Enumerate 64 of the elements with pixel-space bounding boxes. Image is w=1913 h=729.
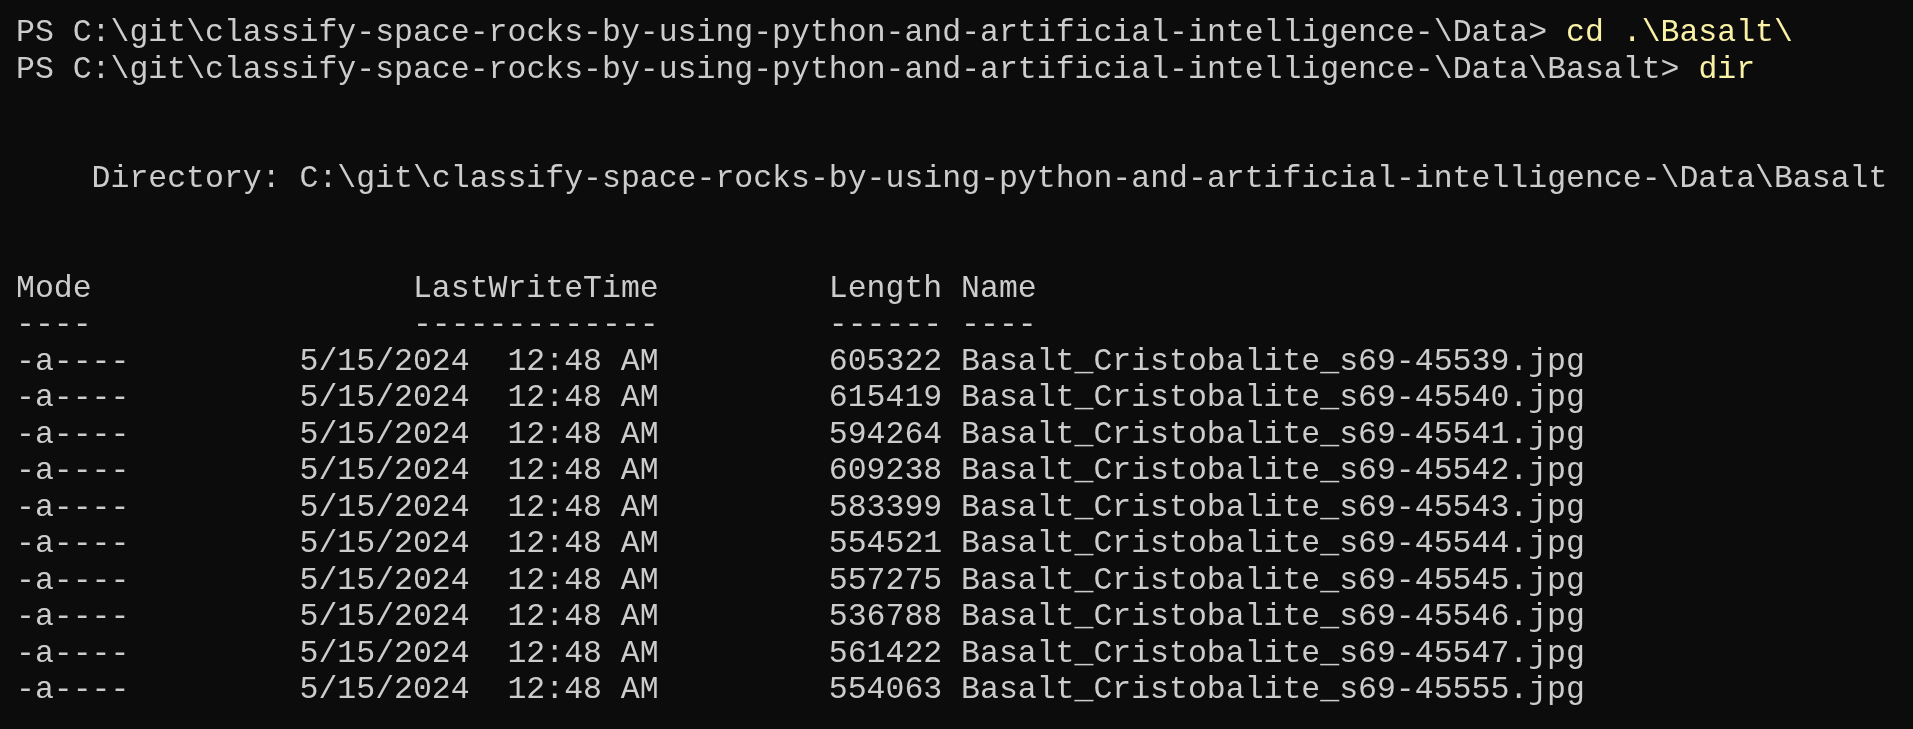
mode-text: -a---- [16,343,130,379]
directory-path: C:\git\classify-space-rocks-by-using-python-and-artificial-intelligence-\Data\Basalt [299,161,1888,198]
date-text: 5/15/2024 [299,599,470,634]
file-name: Basalt_Cristobalite_s69-45544.jpg [961,526,1585,561]
column-header: Name [961,270,1037,306]
file-name: Basalt_Cristobalite_s69-45541.jpg [961,416,1585,452]
mode-text: -a---- [16,672,130,707]
date-text: 5/15/2024 [299,562,470,598]
time-text: 12:48 AM [507,562,659,598]
file-name: Basalt_Cristobalite_s69-45540.jpg [961,380,1585,415]
time-text: 12:48 AM [507,672,659,707]
length-text: 609238 [828,453,943,488]
file-name: Basalt_Cristobalite_s69-45539.jpg [961,343,1585,379]
date-text: 5/15/2024 [299,526,470,561]
time-text: 12:48 AM [507,453,659,488]
header-underline: ---- [16,307,92,342]
column-header: Mode [16,270,92,306]
length-text: 554063 [828,672,943,707]
command-text: cd .\Basalt\ [1566,15,1793,52]
date-text: 5/15/2024 [299,635,470,671]
file-name: Basalt_Cristobalite_s69-45542.jpg [961,453,1585,488]
length-text: 561422 [828,635,943,671]
time-text: 12:48 AM [507,343,659,379]
mode-text: -a---- [16,380,130,415]
date-text: 5/15/2024 [299,416,470,452]
mode-text: -a---- [16,599,130,634]
file-name: Basalt_Cristobalite_s69-45555.jpg [961,672,1585,707]
header-underline: ---- [961,307,1037,342]
length-text: 557275 [828,562,943,598]
column-header: LastWriteTime [412,270,659,306]
mode-text: -a---- [16,453,130,488]
mode-text: -a---- [16,526,130,561]
file-name: Basalt_Cristobalite_s69-45543.jpg [961,489,1585,525]
directory-label: Directory: [91,161,281,198]
length-text: 583399 [828,489,943,525]
prompt-text: PS C:\git\classify-space-rocks-by-using-python-and-artificial-intelligence-\Data\Basalt> [16,51,1680,88]
time-text: 12:48 AM [507,380,659,415]
header-underline: ------ [828,307,943,342]
date-text: 5/15/2024 [299,672,470,707]
file-name: Basalt_Cristobalite_s69-45547.jpg [961,635,1585,671]
mode-text: -a---- [16,416,130,452]
file-name: Basalt_Cristobalite_s69-45546.jpg [961,599,1585,634]
time-text: 12:48 AM [507,489,659,525]
mode-text: -a---- [16,489,130,525]
prompt-text: PS C:\git\classify-space-rocks-by-using-python-and-artificial-intelligence-\Data> [16,15,1548,52]
date-text: 5/15/2024 [299,453,470,488]
command-text: dir [1698,51,1756,88]
date-text: 5/15/2024 [299,489,470,525]
length-text: 615419 [828,380,943,415]
date-text: 5/15/2024 [299,380,470,415]
length-text: 554521 [828,526,943,561]
header-underline: ------------- [412,307,659,342]
time-text: 12:48 AM [507,526,659,561]
time-text: 12:48 AM [507,416,659,452]
file-name: Basalt_Cristobalite_s69-45545.jpg [961,562,1585,598]
length-text: 594264 [828,416,943,452]
column-header: Length [828,270,943,306]
mode-text: -a---- [16,562,130,598]
mode-text: -a---- [16,635,130,671]
length-text: 605322 [828,343,943,379]
date-text: 5/15/2024 [299,343,470,379]
time-text: 12:48 AM [507,635,659,671]
length-text: 536788 [828,599,943,634]
time-text: 12:48 AM [507,599,659,634]
